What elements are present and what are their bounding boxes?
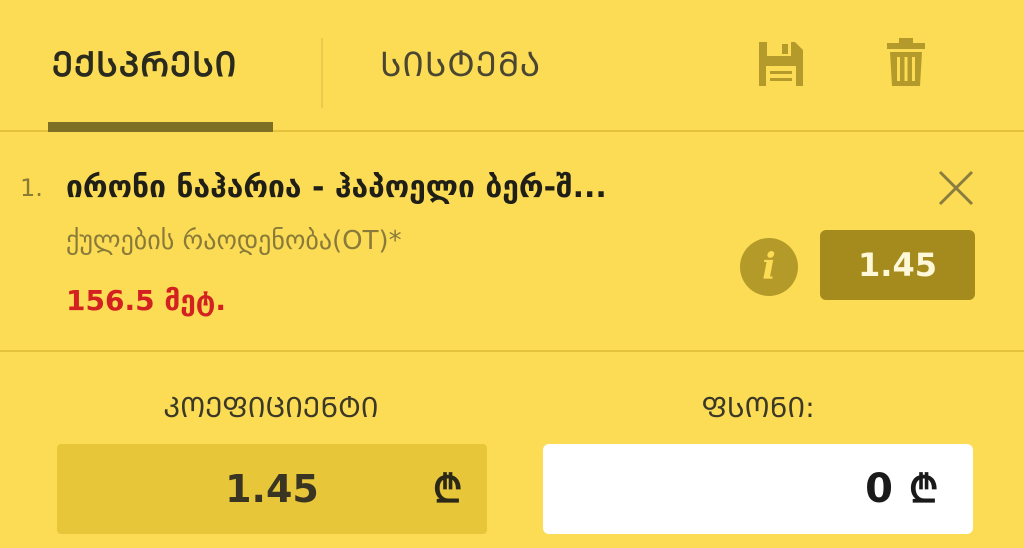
stake-input[interactable] <box>563 454 893 524</box>
trash-icon[interactable] <box>883 36 929 88</box>
active-tab-indicator <box>48 122 273 132</box>
save-icon[interactable] <box>755 38 807 90</box>
bet-market: ქულების რაოდენობა(OT)* <box>66 226 402 256</box>
odds-badge: 1.45 <box>820 230 975 300</box>
bet-event-title: ირონი ნაჰარია - ჰაპოელი ბერ-შ... <box>66 170 607 205</box>
bet-index: 1. <box>20 174 43 202</box>
lari-icon: ₾ <box>909 467 939 511</box>
tab-express[interactable]: ᲔᲥᲡᲞᲠᲔᲡᲘ <box>52 40 237 90</box>
bet-slip-header: ᲔᲥᲡᲞᲠᲔᲡᲘ ᲡᲘᲡᲢᲔᲛᲐ <box>0 0 1024 132</box>
close-icon[interactable] <box>936 168 976 208</box>
lari-icon: ₾ <box>433 467 463 511</box>
stake-field[interactable]: ₾ <box>543 444 973 534</box>
tab-divider <box>321 38 323 108</box>
coefficient-value: 1.45 <box>225 467 319 511</box>
info-icon[interactable]: i <box>740 238 798 296</box>
tab-system[interactable]: ᲡᲘᲡᲢᲔᲛᲐ <box>380 40 541 90</box>
bet-selection: 156.5 მეტ. <box>66 284 227 317</box>
coefficient-field: 1.45 ₾ <box>57 444 487 534</box>
stake-label: ᲤᲡᲝᲜᲘ: <box>701 391 815 424</box>
coefficient-label: ᲙᲝᲔᲤᲘᲪᲘᲔᲜᲢᲘ <box>163 391 379 424</box>
